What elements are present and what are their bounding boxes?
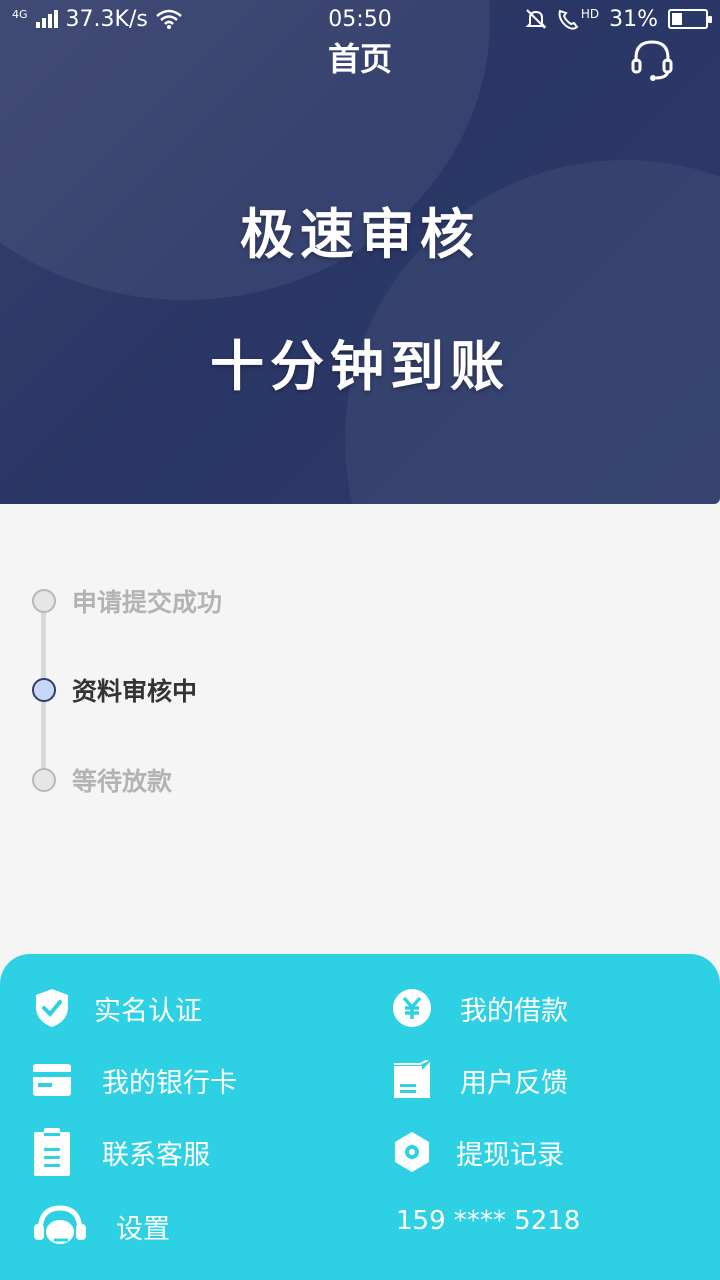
wifi-icon: [156, 9, 182, 29]
page-title: 首页: [327, 40, 392, 78]
headset-icon: [32, 1204, 88, 1248]
bell-muted-icon: [525, 9, 547, 29]
menu-label: 我的借款: [460, 995, 568, 1027]
user-phone-number: 159 **** 5218: [396, 1206, 581, 1236]
menu-my-bank-cards[interactable]: 我的银行卡: [32, 1060, 237, 1100]
step-reviewing: 资料审核中: [32, 672, 197, 708]
menu-label: 设置: [116, 1213, 170, 1245]
status-bar: 4G 37.3K/s 05:50 HD 31%: [0, 0, 720, 38]
banner-line-2: 十分钟到账: [210, 335, 510, 398]
menu-label: 联系客服: [102, 1139, 210, 1171]
menu-contact-support[interactable]: 联系客服: [32, 1128, 210, 1176]
signal-icon: [35, 10, 58, 28]
shield-check-icon: [32, 988, 72, 1028]
step-label: 申请提交成功: [72, 588, 223, 617]
menu-label: 用户反馈: [460, 1067, 568, 1099]
feedback-note-icon: [392, 1060, 432, 1100]
menu-label: 提现记录: [456, 1139, 564, 1171]
step-dot: [32, 589, 56, 613]
application-progress: 申请提交成功 资料审核中 等待放款: [0, 504, 720, 954]
step-label: 等待放款: [72, 767, 173, 796]
banner-line-1: 极速审核: [240, 203, 480, 266]
customer-service-button[interactable]: [628, 36, 676, 84]
battery-icon: [668, 9, 712, 29]
menu-my-loans[interactable]: 我的借款: [392, 988, 568, 1028]
menu-label: 我的银行卡: [102, 1067, 237, 1099]
phone-hd-icon: [558, 9, 579, 30]
step-submitted: 申请提交成功: [32, 583, 222, 619]
menu-user-feedback[interactable]: 用户反馈: [392, 1060, 568, 1100]
menu-settings[interactable]: 设置: [32, 1204, 170, 1248]
network-speed: 37.3K/s: [65, 6, 148, 32]
yuan-coin-icon: [392, 988, 432, 1028]
step-dot: [32, 678, 56, 702]
bank-card-icon: [32, 1060, 72, 1100]
step-dot: [32, 768, 56, 792]
hero-banner: 4G 37.3K/s 05:50 HD 31% 首页 极速审核 十分钟到账: [0, 0, 720, 504]
step-awaiting-payout: 等待放款: [32, 762, 172, 798]
menu-identity-verification[interactable]: 实名认证: [32, 988, 202, 1028]
battery-percent: 31%: [609, 6, 658, 32]
headset-icon: [631, 40, 673, 81]
hexagon-icon: [392, 1132, 432, 1172]
menu-withdrawal-records[interactable]: 提现记录: [392, 1132, 564, 1172]
bottom-menu: 实名认证 我的借款 我的银行卡 用户反馈 联系客服 提现记录 设置 159 **…: [0, 954, 720, 1280]
hd-label: HD: [580, 7, 600, 21]
step-label: 资料审核中: [72, 677, 198, 706]
clipboard-icon: [32, 1128, 72, 1176]
network-type: 4G: [12, 7, 28, 21]
menu-label: 实名认证: [94, 995, 202, 1027]
